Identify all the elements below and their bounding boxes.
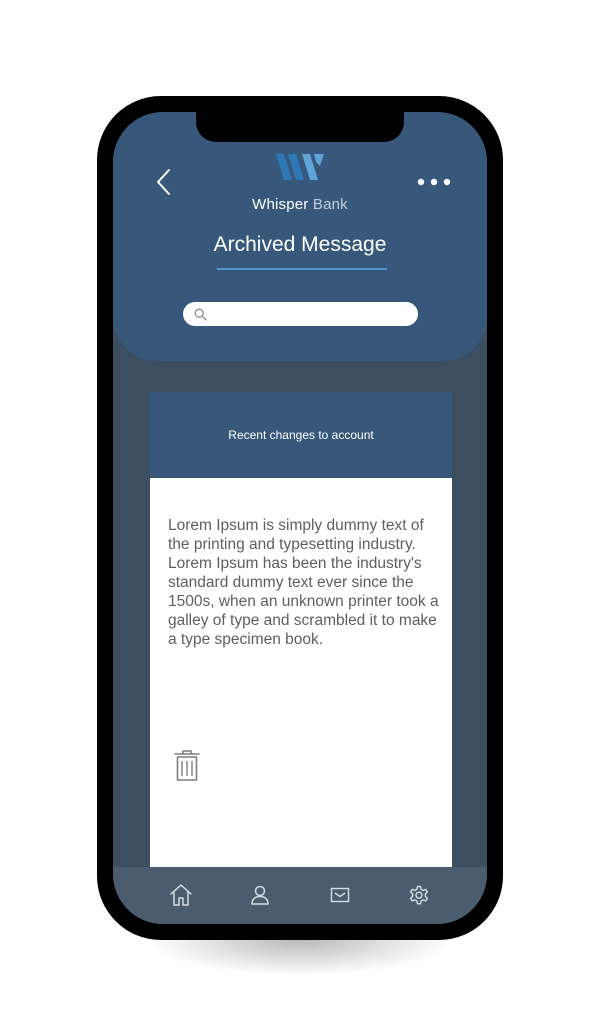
gear-icon xyxy=(409,885,429,905)
tab-profile[interactable] xyxy=(243,879,277,911)
tab-messages[interactable] xyxy=(323,879,357,911)
app-header: Whisper Bank Archived Message xyxy=(113,112,487,361)
mail-icon xyxy=(330,887,350,903)
brand-name-suffix: Bank xyxy=(312,196,348,213)
message-subject: Recent changes to account xyxy=(150,392,452,478)
delete-message-button[interactable] xyxy=(172,748,202,784)
title-underline xyxy=(217,268,387,270)
chevron-left-icon xyxy=(157,169,170,195)
user-icon xyxy=(251,885,269,905)
search-input[interactable] xyxy=(183,302,418,326)
phone-frame: Whisper Bank Archived Message Recent cha… xyxy=(97,96,503,940)
message-body-panel: Lorem Ipsum is simply dummy text of the … xyxy=(150,478,452,872)
message-body: Lorem Ipsum is simply dummy text of the … xyxy=(168,517,439,648)
tab-settings[interactable] xyxy=(402,879,436,911)
message-card: Recent changes to account Lorem Ipsum is… xyxy=(150,392,452,872)
home-icon xyxy=(170,884,192,906)
stage: Whisper Bank Archived Message Recent cha… xyxy=(0,0,600,1036)
whisper-bank-logo xyxy=(276,154,324,180)
more-horizontal-icon xyxy=(417,178,451,186)
brand-name: Whisper Bank xyxy=(113,196,487,213)
trash-icon xyxy=(174,750,200,781)
brand-name-primary: Whisper xyxy=(252,196,309,213)
page-title: Archived Message xyxy=(213,233,387,256)
phone-notch xyxy=(196,112,404,142)
more-options-button[interactable] xyxy=(411,168,457,196)
tab-home[interactable] xyxy=(164,879,198,911)
bottom-tab-bar xyxy=(113,867,487,924)
phone-screen: Whisper Bank Archived Message Recent cha… xyxy=(113,112,487,924)
